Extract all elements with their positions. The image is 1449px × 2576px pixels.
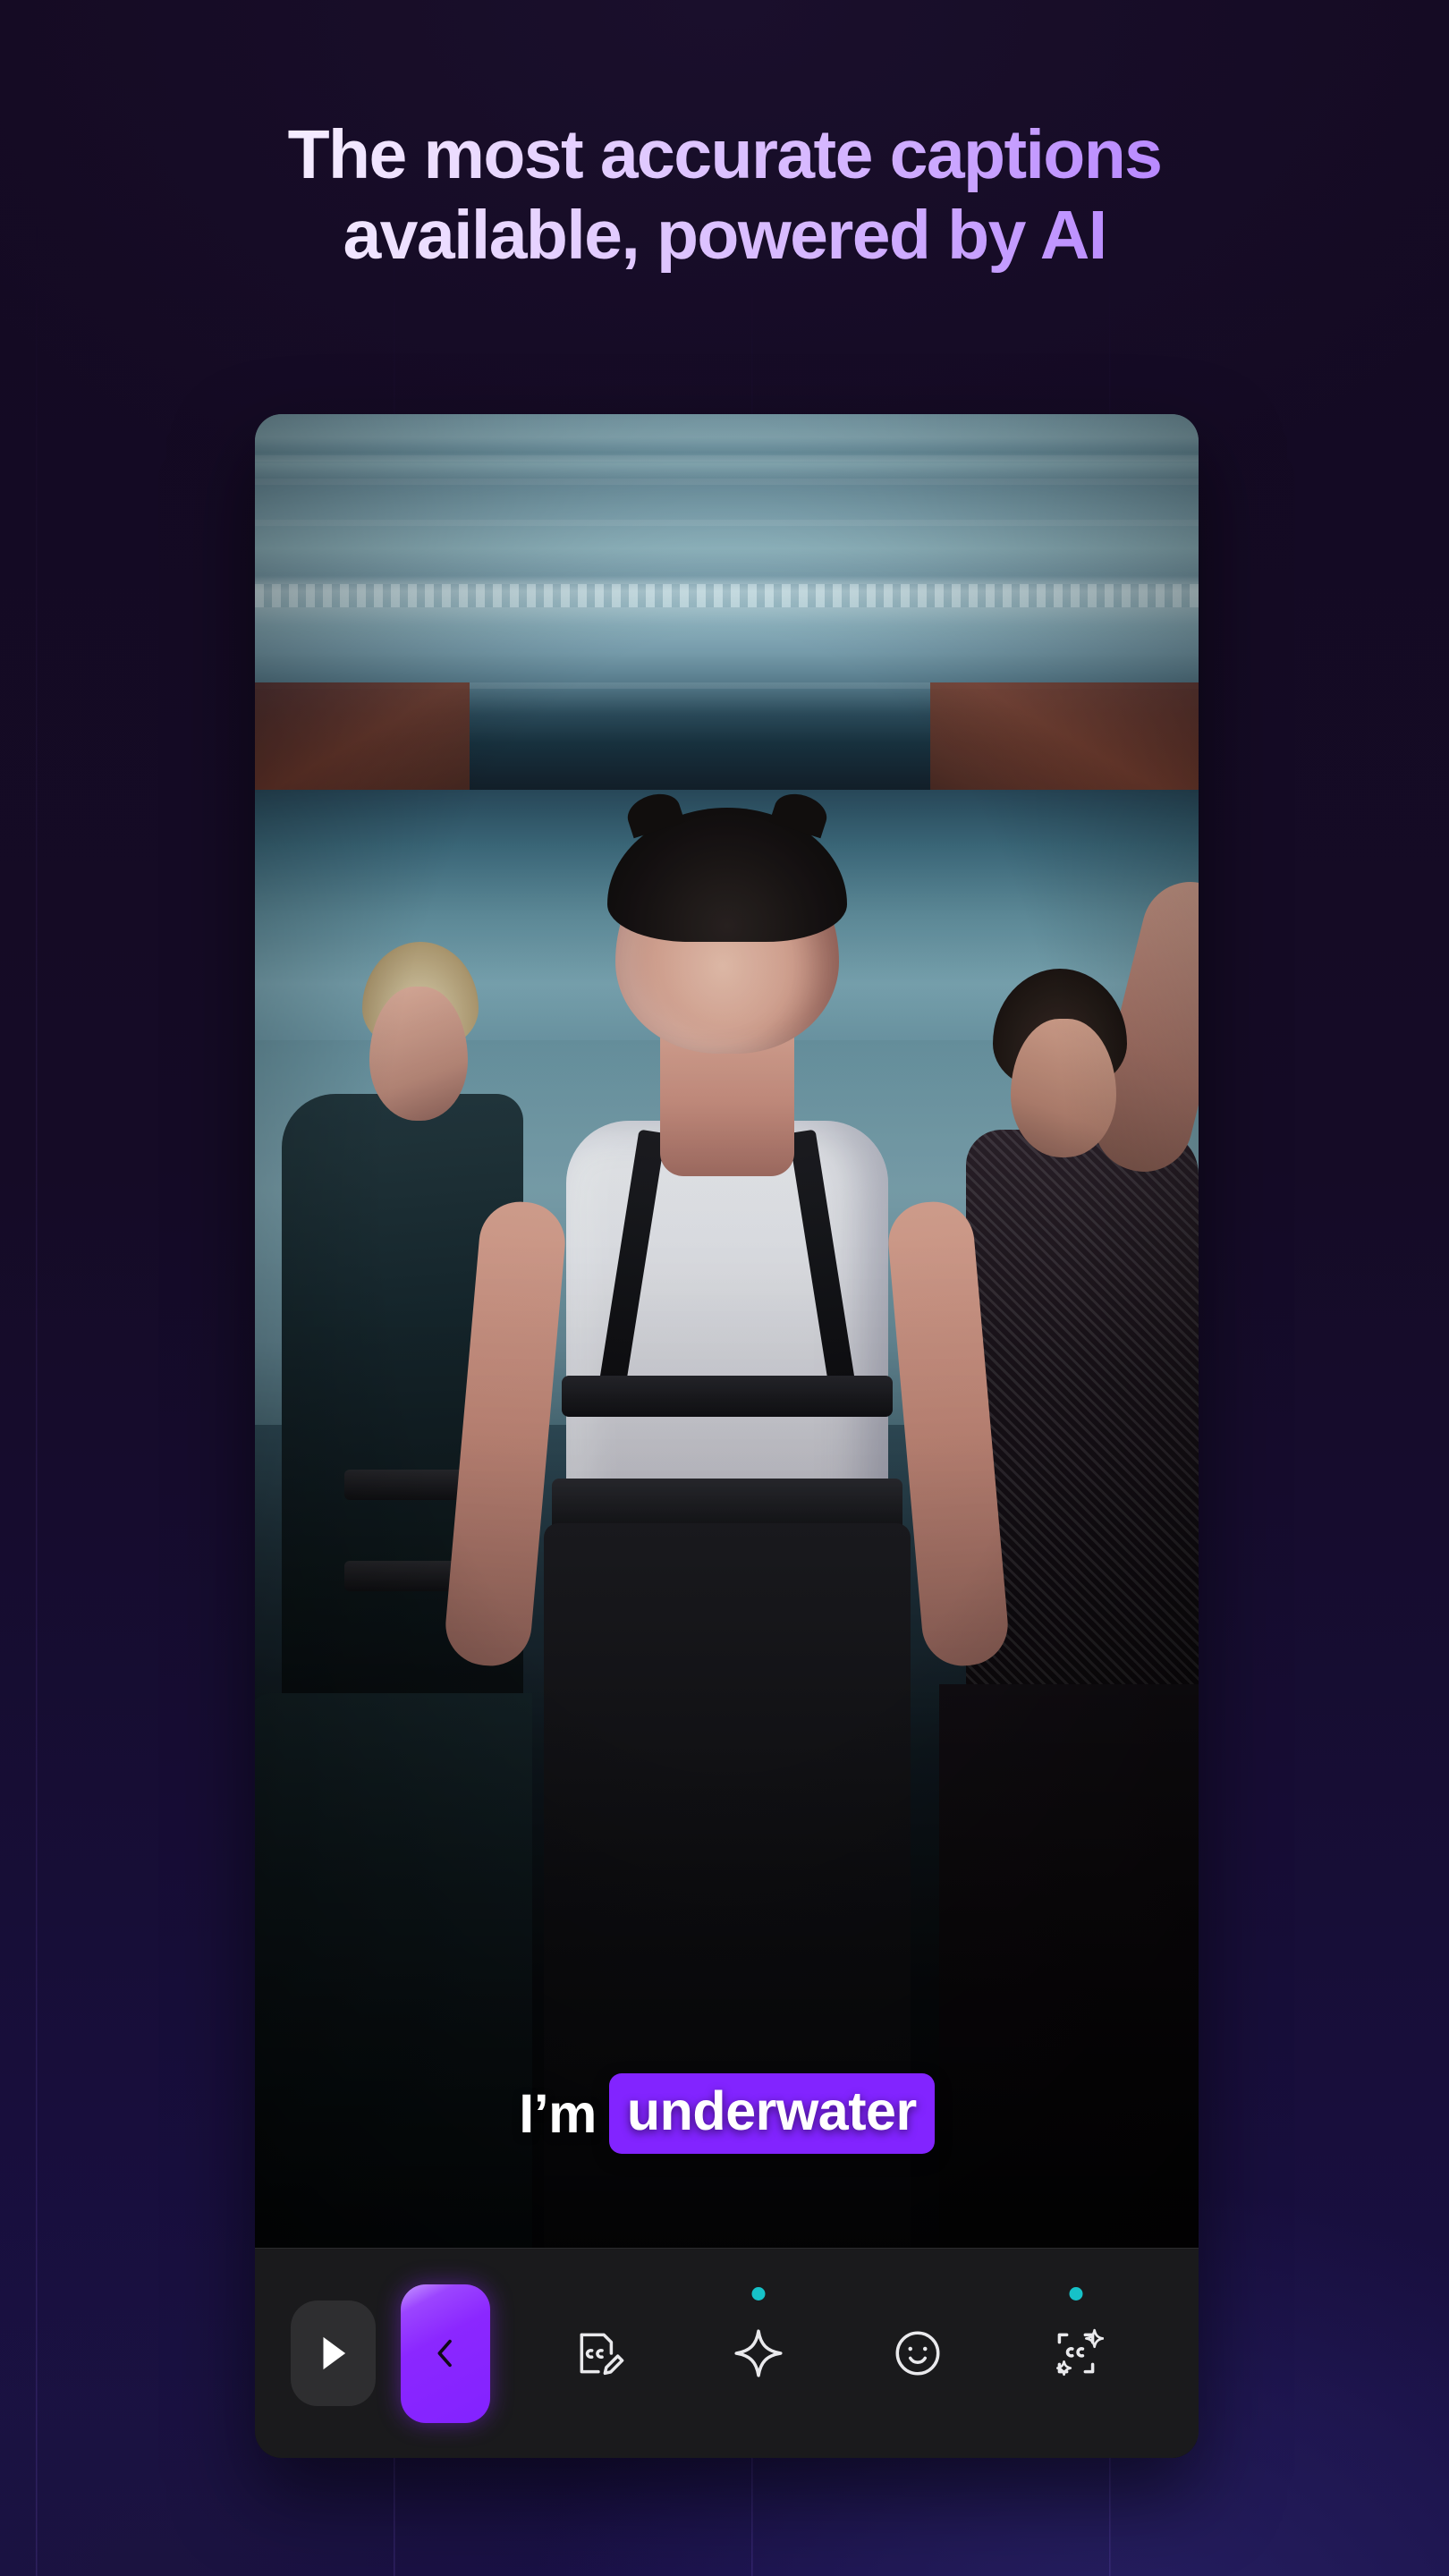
page-title-line-1: The most accurate captions	[287, 116, 1162, 193]
phone-mockup: I’m underwater I’m underwater where	[255, 414, 1199, 2458]
ai-sparkle-button[interactable]	[716, 2287, 801, 2396]
caption-edit-button[interactable]	[557, 2310, 643, 2396]
video-preview[interactable]	[255, 414, 1199, 2248]
caption-overlay[interactable]: I’m underwater	[255, 2073, 1199, 2154]
page-title: The most accurate captions available, po…	[0, 114, 1449, 275]
chevron-left-icon	[437, 2339, 452, 2368]
caption-word-plain: I’m	[519, 2082, 597, 2144]
video-frame-artwork	[255, 414, 1199, 2248]
toolbar-items	[490, 2287, 1163, 2396]
emoji-button[interactable]	[875, 2310, 961, 2396]
caption-edit-icon	[580, 2333, 624, 2376]
vignette-overlay	[255, 414, 1199, 2248]
play-icon	[323, 2336, 345, 2370]
collapse-panel-button[interactable]	[401, 2284, 490, 2423]
badge-dot	[751, 2287, 766, 2301]
badge-dot	[1069, 2287, 1083, 2301]
page-title-line-2: available, powered by AI	[343, 197, 1106, 275]
play-button[interactable]	[291, 2301, 376, 2406]
auto-caption-sparkle-icon	[1056, 2328, 1105, 2377]
auto-captions-button[interactable]	[1033, 2287, 1119, 2396]
smiley-icon	[895, 2331, 940, 2376]
sparkle-icon	[734, 2329, 783, 2377]
caption-word-highlighted: underwater	[608, 2073, 935, 2154]
bottom-toolbar	[255, 2248, 1199, 2458]
